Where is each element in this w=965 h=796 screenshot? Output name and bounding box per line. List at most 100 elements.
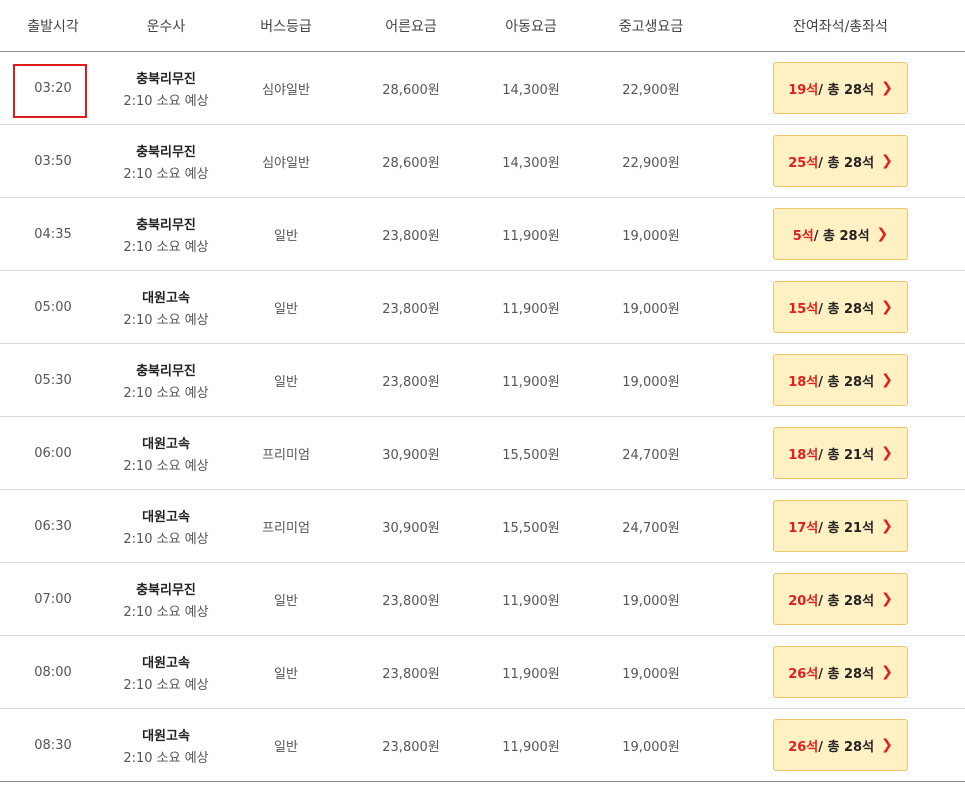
company-name: 충북리무진 — [136, 582, 196, 598]
student-fare: 19,000원 — [622, 593, 680, 609]
company-name: 충북리무진 — [136, 71, 196, 87]
bus-grade: 일반 — [274, 374, 298, 390]
seat-select-button[interactable]: 18석 / 총 28석 ❯ — [773, 354, 908, 406]
chevron-right-icon: ❯ — [881, 518, 893, 534]
remaining-seats: 17석 — [788, 520, 819, 536]
adult-fare: 23,800원 — [382, 301, 440, 317]
departure-time: 04:35 — [34, 226, 72, 242]
seat-select-button[interactable]: 17석 / 총 21석 ❯ — [773, 500, 908, 552]
company-name: 대원고속 — [142, 509, 190, 525]
total-seats: / 총 28석 — [818, 374, 875, 390]
departure-time: 06:30 — [34, 518, 72, 534]
company-name: 충북리무진 — [136, 363, 196, 379]
student-fare: 19,000원 — [622, 374, 680, 390]
company-cell: 충북리무진 2:10 소요 예상 — [106, 68, 226, 109]
seats-cell: 19석 / 총 28석 ❯ — [716, 62, 965, 114]
departure-time: 08:00 — [34, 664, 72, 680]
bus-grade: 심야일반 — [262, 155, 310, 171]
child-fare: 15,500원 — [502, 520, 560, 536]
seats-cell: 26석 / 총 28석 ❯ — [716, 719, 965, 771]
table-row[interactable]: 05:00 대원고속 2:10 소요 예상 일반 23,800원 11,900원… — [0, 271, 965, 344]
table-row[interactable]: 06:00 대원고속 2:10 소요 예상 프리미엄 30,900원 15,50… — [0, 417, 965, 490]
table-row[interactable]: 08:30 대원고속 2:10 소요 예상 일반 23,800원 11,900원… — [0, 709, 965, 782]
company-name: 대원고속 — [142, 728, 190, 744]
adult-fare: 30,900원 — [382, 520, 440, 536]
bus-grade: 일반 — [274, 666, 298, 682]
remaining-seats: 19석 — [788, 82, 819, 98]
seat-select-button[interactable]: 15석 / 총 28석 ❯ — [773, 281, 908, 333]
duration: 2:10 소요 예상 — [123, 166, 209, 182]
remaining-seats: 15석 — [788, 301, 819, 317]
child-fare: 11,900원 — [502, 301, 560, 317]
table-row[interactable]: 08:00 대원고속 2:10 소요 예상 일반 23,800원 11,900원… — [0, 636, 965, 709]
company-cell: 충북리무진 2:10 소요 예상 — [106, 360, 226, 401]
child-fare: 11,900원 — [502, 374, 560, 390]
departure-time: 05:00 — [34, 299, 72, 315]
total-seats: / 총 28석 — [818, 593, 875, 609]
company-cell: 대원고속 2:10 소요 예상 — [106, 652, 226, 693]
chevron-right-icon: ❯ — [876, 226, 889, 242]
table-row[interactable]: 06:30 대원고속 2:10 소요 예상 프리미엄 30,900원 15,50… — [0, 490, 965, 563]
seat-select-button[interactable]: 26석 / 총 28석 ❯ — [773, 646, 908, 698]
departure-time: 07:00 — [34, 591, 72, 607]
seat-select-button[interactable]: 19석 / 총 28석 ❯ — [773, 62, 908, 114]
student-fare: 22,900원 — [622, 155, 680, 171]
seat-select-button[interactable]: 5석 / 총 28석 ❯ — [773, 208, 908, 260]
remaining-seats: 18석 — [788, 374, 819, 390]
duration: 2:10 소요 예상 — [123, 750, 209, 766]
departure-time: 03:50 — [34, 153, 72, 169]
bus-grade: 일반 — [274, 739, 298, 755]
company-name: 대원고속 — [142, 655, 190, 671]
duration: 2:10 소요 예상 — [123, 604, 209, 620]
company-cell: 충북리무진 2:10 소요 예상 — [106, 141, 226, 182]
company-name: 충북리무진 — [136, 217, 196, 233]
chevron-right-icon: ❯ — [881, 80, 893, 96]
adult-fare: 23,800원 — [382, 739, 440, 755]
table-row[interactable]: 04:35 충북리무진 2:10 소요 예상 일반 23,800원 11,900… — [0, 198, 965, 271]
seat-select-button[interactable]: 26석 / 총 28석 ❯ — [773, 719, 908, 771]
seat-select-button[interactable]: 20석 / 총 28석 ❯ — [773, 573, 908, 625]
bus-grade: 일반 — [274, 228, 298, 244]
table-row[interactable]: 03:20 충북리무진 2:10 소요 예상 심야일반 28,600원 14,3… — [0, 52, 965, 125]
total-seats: / 총 28석 — [818, 82, 875, 98]
adult-fare: 30,900원 — [382, 447, 440, 463]
company-cell: 대원고속 2:10 소요 예상 — [106, 725, 226, 766]
seats-cell: 17석 / 총 21석 ❯ — [716, 500, 965, 552]
bus-grade: 프리미엄 — [262, 447, 310, 463]
chevron-right-icon: ❯ — [881, 372, 893, 388]
total-seats: / 총 28석 — [813, 228, 870, 244]
company-cell: 대원고속 2:10 소요 예상 — [106, 506, 226, 547]
header-company: 운수사 — [146, 18, 186, 35]
student-fare: 19,000원 — [622, 666, 680, 682]
child-fare: 11,900원 — [502, 593, 560, 609]
company-name: 대원고속 — [142, 436, 190, 452]
student-fare: 22,900원 — [622, 82, 680, 98]
departure-time: 05:30 — [34, 372, 72, 388]
child-fare: 11,900원 — [502, 666, 560, 682]
adult-fare: 28,600원 — [382, 155, 440, 171]
child-fare: 15,500원 — [502, 447, 560, 463]
child-fare: 14,300원 — [502, 155, 560, 171]
table-row[interactable]: 03:50 충북리무진 2:10 소요 예상 심야일반 28,600원 14,3… — [0, 125, 965, 198]
duration: 2:10 소요 예상 — [123, 677, 209, 693]
student-fare: 19,000원 — [622, 301, 680, 317]
adult-fare: 28,600원 — [382, 82, 440, 98]
remaining-seats: 26석 — [788, 739, 819, 755]
seat-select-button[interactable]: 18석 / 총 21석 ❯ — [773, 427, 908, 479]
seat-select-button[interactable]: 25석 / 총 28석 ❯ — [773, 135, 908, 187]
table-row[interactable]: 05:30 충북리무진 2:10 소요 예상 일반 23,800원 11,900… — [0, 344, 965, 417]
duration: 2:10 소요 예상 — [123, 239, 209, 255]
bus-schedule-table: 출발시각 운수사 버스등급 어른요금 아동요금 중고생요금 잔여좌석/총좌석 0… — [0, 0, 965, 782]
seats-cell: 15석 / 총 28석 ❯ — [716, 281, 965, 333]
header-child-fare: 아동요금 — [505, 18, 557, 35]
child-fare: 14,300원 — [502, 82, 560, 98]
seats-cell: 26석 / 총 28석 ❯ — [716, 646, 965, 698]
company-cell: 대원고속 2:10 소요 예상 — [106, 433, 226, 474]
adult-fare: 23,800원 — [382, 666, 440, 682]
remaining-seats: 5석 — [792, 228, 814, 244]
table-row[interactable]: 07:00 충북리무진 2:10 소요 예상 일반 23,800원 11,900… — [0, 563, 965, 636]
bus-grade: 심야일반 — [262, 82, 310, 98]
student-fare: 24,700원 — [622, 447, 680, 463]
total-seats: / 총 21석 — [818, 447, 875, 463]
chevron-right-icon: ❯ — [881, 737, 893, 753]
